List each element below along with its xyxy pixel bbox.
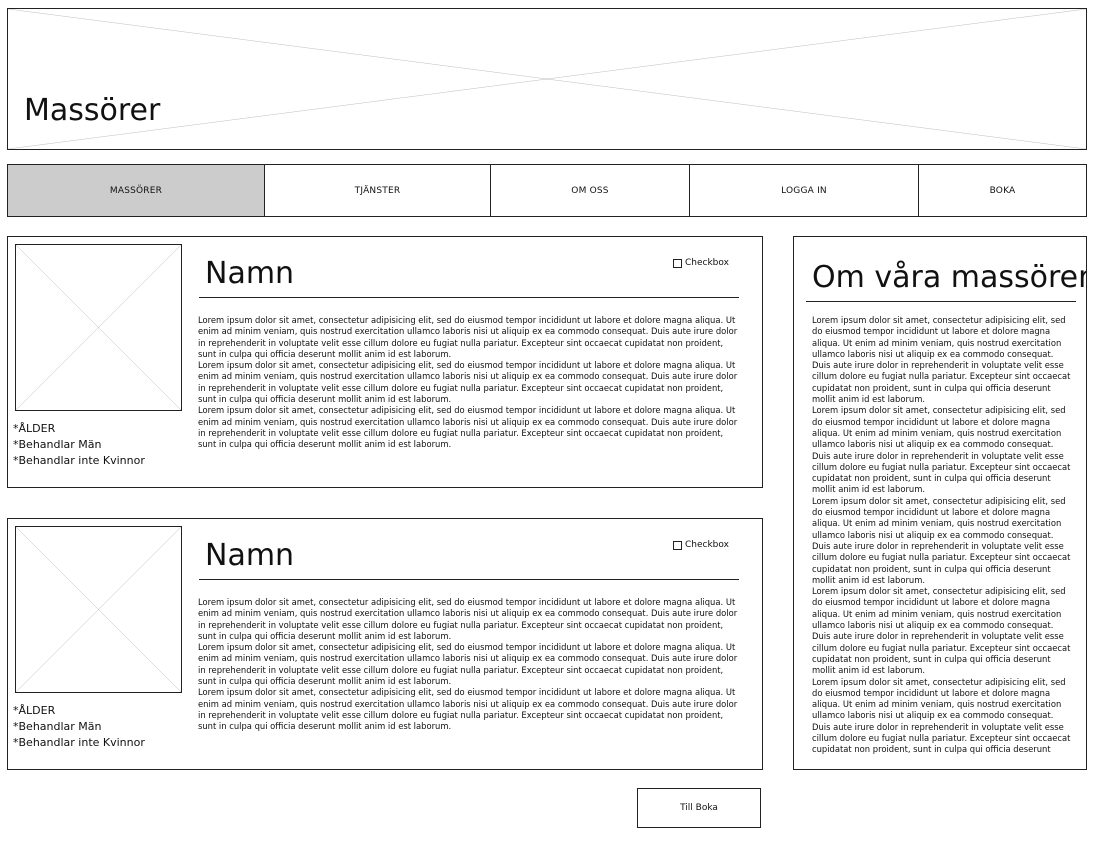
title-divider	[199, 579, 739, 580]
masseur-description: Lorem ipsum dolor sit amet, consectetur …	[198, 315, 738, 451]
nav-item-massorer[interactable]: MASSÖRER	[8, 165, 265, 216]
select-checkbox[interactable]: Checkbox	[673, 258, 729, 268]
checkbox-icon	[673, 540, 682, 550]
checkbox-label: Checkbox	[685, 258, 729, 268]
attribute-not-women: *Behandlar inte Kvinnor	[13, 454, 145, 467]
masseur-card: *ÅLDER *Behandlar Män *Behandlar inte Kv…	[7, 236, 763, 488]
masseur-attributes: *ÅLDER *Behandlar Män *Behandlar inte Kv…	[13, 421, 188, 469]
title-divider	[199, 297, 739, 298]
about-sidebar: Om våra massörer Lorem ipsum dolor sit a…	[793, 236, 1087, 770]
nav-item-logga-in[interactable]: LOGGA IN	[690, 165, 919, 216]
select-checkbox[interactable]: Checkbox	[673, 540, 729, 550]
masseur-description: Lorem ipsum dolor sit amet, consectetur …	[198, 597, 738, 733]
sidebar-divider	[806, 301, 1076, 302]
sidebar-title: Om våra massörer	[812, 260, 1087, 295]
description-paragraph: Lorem ipsum dolor sit amet, consectetur …	[198, 315, 738, 359]
nav-item-tjanster[interactable]: TJÄNSTER	[265, 165, 491, 216]
sidebar-paragraph: Lorem ipsum dolor sit amet, consectetur …	[812, 405, 1071, 495]
masseur-photo	[15, 244, 182, 411]
description-paragraph: Lorem ipsum dolor sit amet, consectetur …	[198, 405, 738, 450]
nav-item-om-oss[interactable]: OM OSS	[491, 165, 690, 216]
sidebar-paragraph: Lorem ipsum dolor sit amet, consectetur …	[812, 586, 1071, 676]
checkbox-label: Checkbox	[685, 540, 729, 550]
masseur-photo	[15, 526, 182, 693]
masseur-attributes: *ÅLDER *Behandlar Män *Behandlar inte Kv…	[13, 703, 188, 751]
description-paragraph: Lorem ipsum dolor sit amet, consectetur …	[198, 597, 738, 641]
attribute-treats-men: *Behandlar Män	[13, 438, 102, 451]
sidebar-paragraph: Lorem ipsum dolor sit amet, consectetur …	[812, 676, 1071, 755]
attribute-age: *ÅLDER	[13, 704, 56, 717]
sidebar-paragraph: Lorem ipsum dolor sit amet, consectetur …	[812, 495, 1071, 585]
masseur-name: Namn	[205, 256, 295, 291]
till-boka-button[interactable]: Till Boka	[637, 788, 761, 828]
attribute-treats-men: *Behandlar Män	[13, 720, 102, 733]
attribute-not-women: *Behandlar inte Kvinnor	[13, 736, 145, 749]
image-placeholder-icon	[16, 245, 181, 410]
attribute-age: *ÅLDER	[13, 422, 56, 435]
image-placeholder-icon	[8, 9, 1086, 149]
checkbox-icon	[673, 258, 682, 268]
page-title: Massörer	[24, 93, 161, 128]
sidebar-text: Lorem ipsum dolor sit amet, consectetur …	[812, 315, 1074, 756]
main-nav: MASSÖRER TJÄNSTER OM OSS LOGGA IN BOKA	[7, 164, 1087, 217]
description-paragraph: Lorem ipsum dolor sit amet, consectetur …	[198, 360, 738, 405]
image-placeholder-icon	[16, 527, 181, 692]
sidebar-paragraph: Lorem ipsum dolor sit amet, consectetur …	[812, 315, 1071, 405]
masseur-name: Namn	[205, 538, 295, 573]
description-paragraph: Lorem ipsum dolor sit amet, consectetur …	[198, 642, 738, 687]
description-paragraph: Lorem ipsum dolor sit amet, consectetur …	[198, 687, 738, 732]
header-banner	[7, 8, 1087, 150]
nav-item-boka[interactable]: BOKA	[919, 165, 1086, 216]
masseur-card: *ÅLDER *Behandlar Män *Behandlar inte Kv…	[7, 518, 763, 770]
